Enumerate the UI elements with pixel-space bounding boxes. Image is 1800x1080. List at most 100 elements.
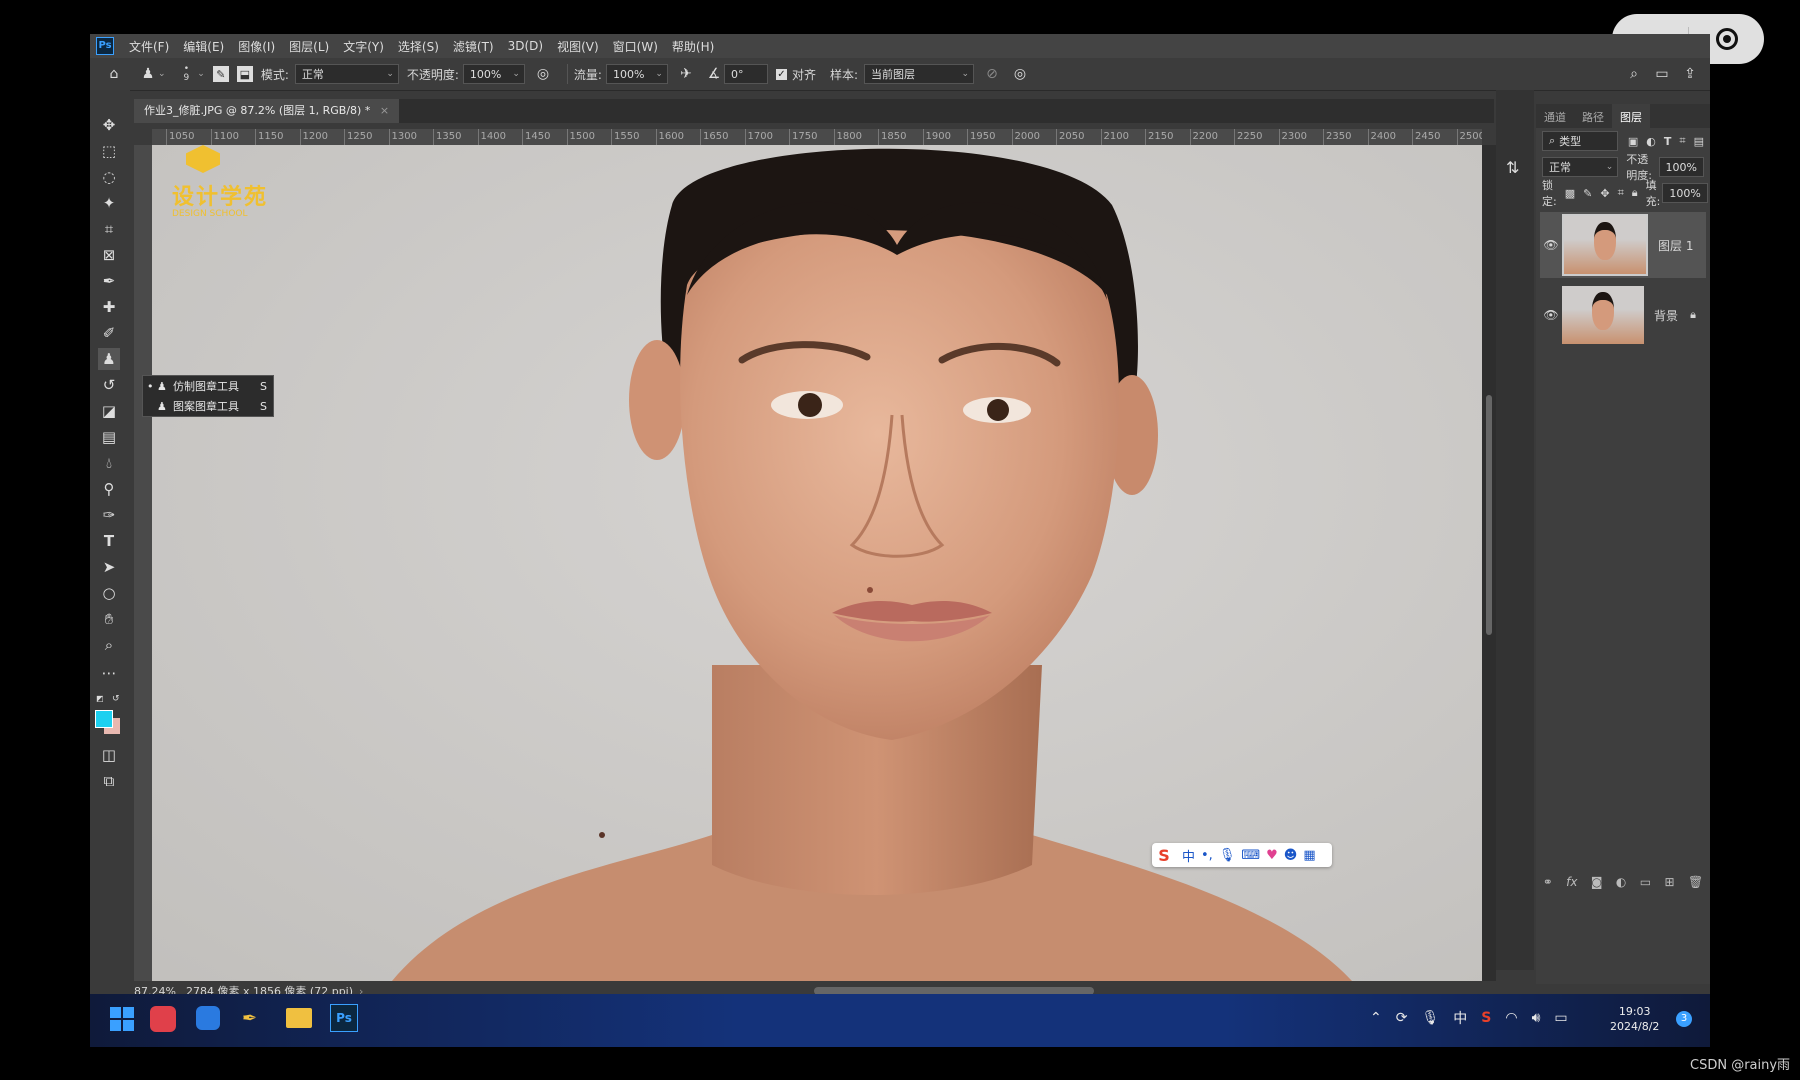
windows-start-icon[interactable] xyxy=(110,1007,134,1031)
flyout-item-pattern-stamp[interactable]: ♟ 图案图章工具 S xyxy=(143,396,273,416)
assistant-icon[interactable]: ☻ xyxy=(1284,848,1298,863)
crop-tool-icon[interactable]: ⌗ xyxy=(98,218,120,240)
ignore-adjustment-icon[interactable]: ⊘ xyxy=(982,64,1002,84)
app-blue-icon[interactable] xyxy=(196,1006,220,1030)
brush-settings-icon[interactable]: ✎ xyxy=(212,66,229,82)
ellipse-tool-icon[interactable]: ○ xyxy=(98,582,120,604)
menu-image[interactable]: 图像(I) xyxy=(231,38,282,55)
hand-tool-icon[interactable]: ✋︎ xyxy=(98,608,120,630)
foreground-color-swatch[interactable] xyxy=(95,710,113,728)
app-pen-icon[interactable]: ✒ xyxy=(242,1008,257,1029)
search-icon[interactable]: ⌕ xyxy=(1624,64,1644,84)
flyout-item-clone-stamp[interactable]: • ♟ 仿制图章工具 S xyxy=(143,376,273,396)
keyboard-icon[interactable]: ⌨ xyxy=(1241,848,1260,863)
sogou-tray-icon[interactable]: S xyxy=(1481,1010,1491,1026)
clone-stamp-tool-icon[interactable]: ♟ xyxy=(98,348,120,370)
filter-pixel-icon[interactable]: ▣ xyxy=(1628,135,1638,148)
chevron-up-icon[interactable]: ⌃ xyxy=(1370,1010,1382,1026)
visibility-eye-icon[interactable]: 👁︎ xyxy=(1540,238,1562,252)
delete-layer-icon[interactable]: 🗑︎ xyxy=(1688,875,1703,889)
wifi-icon[interactable]: ◠ xyxy=(1505,1010,1517,1026)
ime-language[interactable]: 中 xyxy=(1182,846,1195,865)
visibility-eye-icon[interactable]: 👁︎ xyxy=(1540,308,1562,322)
brush-size-picker[interactable]: • 9 xyxy=(184,65,190,83)
menu-window[interactable]: 窗口(W) xyxy=(606,38,665,55)
eyedropper-tool-icon[interactable]: ✒ xyxy=(98,270,120,292)
mode-select[interactable]: 正常 ⌄ xyxy=(294,64,399,84)
gradient-tool-icon[interactable]: ▤ xyxy=(98,426,120,448)
new-layer-icon[interactable]: ⊞ xyxy=(1665,875,1675,889)
tab-layers[interactable]: 图层 xyxy=(1612,104,1650,128)
link-layers-icon[interactable]: ⚭ xyxy=(1543,875,1553,889)
lock-transparent-icon[interactable]: ▩ xyxy=(1565,187,1575,200)
healing-brush-tool-icon[interactable]: ✚ xyxy=(98,296,120,318)
history-brush-tool-icon[interactable]: ↺ xyxy=(98,374,120,396)
battery-icon[interactable]: ▭ xyxy=(1554,1010,1567,1026)
pen-tool-icon[interactable]: ✑ xyxy=(98,504,120,526)
dodge-tool-icon[interactable]: ⚲ xyxy=(98,478,120,500)
blend-mode-select[interactable]: 正常 ⌄ xyxy=(1542,157,1619,177)
eraser-tool-icon[interactable]: ◪ xyxy=(98,400,120,422)
skin-icon[interactable]: ♥ xyxy=(1266,848,1278,863)
brush-chevron-icon[interactable]: ⌄ xyxy=(197,69,205,79)
clock[interactable]: 19:03 2024/8/2 xyxy=(1610,1004,1659,1034)
document-canvas[interactable]: 设计学苑 DESIGN SCHOOL S 中 •, 🎙︎ ⌨ ♥ ☻ ▦ xyxy=(152,145,1482,981)
clone-stamp-preset-icon[interactable]: ♟ xyxy=(138,64,158,84)
airbrush-icon[interactable]: ✈ xyxy=(676,64,696,84)
menu-view[interactable]: 视图(V) xyxy=(550,38,606,55)
home-icon[interactable]: ⌂ xyxy=(104,64,124,84)
fill-input[interactable]: 100% xyxy=(1662,183,1708,203)
menu-type[interactable]: 文字(Y) xyxy=(336,38,391,55)
menu-select[interactable]: 选择(S) xyxy=(391,38,446,55)
filter-adjustment-icon[interactable]: ◐ xyxy=(1646,135,1656,148)
fx-icon[interactable]: fx xyxy=(1566,875,1577,889)
opacity-input[interactable]: 100% ⌄ xyxy=(462,64,525,84)
ime-toolbar[interactable]: S 中 •, 🎙︎ ⌨ ♥ ☻ ▦ xyxy=(1152,843,1332,867)
menu-edit[interactable]: 编辑(E) xyxy=(176,38,231,55)
pressure-size-icon[interactable]: ◎ xyxy=(1010,64,1030,84)
app-red-icon[interactable] xyxy=(150,1006,176,1032)
type-tool-icon[interactable]: T xyxy=(98,530,120,552)
default-colors-icon[interactable]: ◩ xyxy=(96,694,106,703)
layer-row[interactable]: 👁︎ 图层 1 xyxy=(1540,212,1706,278)
close-icon[interactable]: × xyxy=(380,104,389,117)
magic-wand-tool-icon[interactable]: ✦ xyxy=(98,192,120,214)
path-select-tool-icon[interactable]: ➤ xyxy=(98,556,120,578)
layer-opacity-input[interactable]: 100% xyxy=(1658,157,1704,177)
filter-smart-object-icon[interactable]: ▤ xyxy=(1694,135,1704,148)
microphone-icon[interactable]: 🎙︎ xyxy=(1421,1010,1439,1026)
layer-name[interactable]: 图层 1 xyxy=(1658,237,1693,254)
grid-menu-icon[interactable]: ▦ xyxy=(1303,848,1315,863)
filter-shape-icon[interactable]: ⌗ xyxy=(1679,134,1685,148)
scrollbar-thumb[interactable] xyxy=(1486,395,1492,635)
clone-source-icon[interactable]: ⬓ xyxy=(236,66,253,82)
lasso-tool-icon[interactable]: ◌ xyxy=(98,166,120,188)
menu-3d[interactable]: 3D(D) xyxy=(501,39,550,53)
angle-input[interactable]: 0° xyxy=(723,64,768,84)
lock-artboard-icon[interactable]: ⌗ xyxy=(1618,186,1624,200)
microphone-icon[interactable]: 🎙︎ xyxy=(1219,848,1236,863)
filter-kind-select[interactable]: ⌕ 类型 xyxy=(1542,131,1618,151)
align-checkbox[interactable]: ✓ xyxy=(775,68,787,80)
pressure-opacity-icon[interactable]: ◎ xyxy=(533,64,553,84)
sample-select[interactable]: 当前图层 ⌄ xyxy=(864,64,975,84)
photoshop-taskbar-icon[interactable]: Ps xyxy=(330,1004,358,1032)
filter-type-icon[interactable]: T xyxy=(1664,135,1672,148)
swap-colors-icon[interactable]: ↺ xyxy=(112,694,120,704)
quick-mask-icon[interactable]: ◫ xyxy=(98,744,120,766)
move-tool-icon[interactable]: ✥ xyxy=(98,114,120,136)
lock-position-icon[interactable]: ✥ xyxy=(1600,187,1609,200)
share-icon[interactable]: ⇪ xyxy=(1680,64,1700,84)
file-explorer-icon[interactable] xyxy=(286,1008,312,1028)
vertical-scrollbar[interactable] xyxy=(1482,145,1496,981)
lock-all-icon[interactable]: 🔒︎ xyxy=(1632,186,1638,200)
screen-mode-icon[interactable]: ⧉ xyxy=(98,770,120,792)
zoom-tool-icon[interactable]: ⌕ xyxy=(98,634,120,656)
blur-tool-icon[interactable]: 💧︎ xyxy=(98,452,120,474)
layer-name[interactable]: 背景 xyxy=(1654,307,1690,324)
lock-pixels-icon[interactable]: ✎ xyxy=(1583,187,1592,200)
adjustment-layer-icon[interactable]: ◐ xyxy=(1616,875,1626,889)
marquee-tool-icon[interactable]: ⬚ xyxy=(98,140,120,162)
workspace-icon[interactable]: ▭ xyxy=(1652,64,1672,84)
add-mask-icon[interactable]: ◙ xyxy=(1591,875,1603,889)
